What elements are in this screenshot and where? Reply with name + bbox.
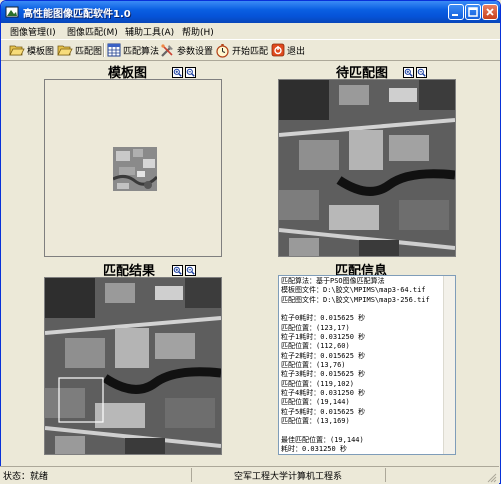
zoom-out-icon[interactable]: [416, 67, 427, 78]
result-zoom-controls: [172, 265, 196, 276]
stopwatch-icon: [216, 43, 229, 58]
exit-label: 退出: [287, 46, 306, 57]
app-icon: [5, 6, 19, 18]
close-icon: [486, 8, 494, 16]
match-algorithm-button[interactable]: 匹配算法: [107, 41, 159, 59]
match-info-line: 耗时：0.031250 秒: [281, 445, 347, 454]
resize-grip-icon[interactable]: [486, 472, 497, 483]
target-aerial-image: [279, 80, 455, 256]
match-info-line: 匹配位置：(19,144): [281, 398, 350, 407]
open-folder-icon: [9, 45, 25, 56]
template-image: [113, 147, 157, 191]
match-info-line: 匹配算法：基于PSO图像匹配算法: [281, 277, 385, 285]
menu-auxiliary-tools[interactable]: 辅助工具(A): [125, 25, 174, 38]
zoom-in-icon[interactable]: [403, 67, 414, 78]
window-title: 高性能图像匹配软件1.0: [23, 9, 131, 20]
match-info-line: 粒子3耗时：0.015625 秒: [281, 370, 366, 379]
match-info-line: 粒子1耗时：0.031250 秒: [281, 333, 366, 342]
grid-table-icon: [107, 43, 121, 57]
match-info-line: 最佳匹配位置：(19,144): [281, 435, 364, 444]
exit-icon: [271, 43, 285, 57]
match-info-line: 匹配位置：(123,17): [281, 323, 350, 332]
title-bar[interactable]: 高性能图像匹配软件1.0: [1, 1, 500, 23]
template-image-panel[interactable]: [44, 79, 222, 257]
param-settings-button[interactable]: 参数设置: [160, 41, 213, 59]
template-image-label: 模板图: [27, 46, 55, 57]
match-info-line: 匹配位置：(112,60): [281, 342, 350, 351]
template-image-button[interactable]: 模板图: [9, 41, 54, 59]
status-bar: 状态：就绪 空军工程大学计算机工程系: [0, 466, 499, 484]
close-button[interactable]: [482, 4, 498, 20]
match-info-line: 匹配图文件：D:\胶文\MPIMS\map3-256.tif: [281, 295, 430, 304]
param-settings-label: 参数设置: [177, 46, 214, 57]
target-zoom-controls: [403, 67, 427, 78]
match-info-line: [281, 305, 443, 314]
result-image-panel[interactable]: [44, 277, 222, 455]
match-info-line: 粒子5耗时：0.015625 秒: [281, 407, 366, 416]
toolbar: 模板图 匹配图 匹配算法 参数设置 开始匹配 退出: [1, 39, 500, 61]
target-image-panel[interactable]: [278, 79, 456, 257]
maximize-icon: [468, 7, 478, 17]
zoom-in-icon[interactable]: [172, 67, 183, 78]
vertical-scrollbar[interactable]: [443, 276, 455, 454]
match-info-line: 匹配位置：(13,169): [281, 417, 350, 426]
tools-icon: [161, 43, 173, 57]
status-divider: [191, 468, 192, 482]
minimize-button[interactable]: [448, 4, 464, 20]
zoom-out-icon[interactable]: [185, 265, 196, 276]
start-match-button[interactable]: 开始匹配: [215, 41, 268, 59]
match-image-button[interactable]: 匹配图: [57, 41, 102, 59]
match-info-line: [281, 427, 443, 436]
menu-help[interactable]: 帮助(H): [182, 25, 214, 38]
status-text: 状态：就绪: [3, 472, 49, 482]
minimize-icon: [452, 14, 458, 16]
status-org: 空军工程大学计算机工程系: [233, 472, 342, 482]
match-image-label: 匹配图: [75, 46, 103, 57]
status-divider: [385, 468, 386, 482]
start-match-label: 开始匹配: [232, 46, 269, 57]
match-info-text: 匹配算法：基于PSO图像匹配算法 模板图文件：D:\胶文\MPIMS\map3-6…: [281, 277, 443, 454]
match-info-line: 匹配位置：(119,102): [281, 379, 354, 388]
toolbar-separator: [103, 43, 105, 57]
match-info-textbox[interactable]: 匹配算法：基于PSO图像匹配算法 模板图文件：D:\胶文\MPIMS\map3-6…: [278, 275, 456, 455]
zoom-in-icon[interactable]: [172, 265, 183, 276]
menu-image-management[interactable]: 图像管理(I): [10, 25, 56, 38]
match-info-line: 粒子0耗时：0.015625 秒: [281, 314, 366, 323]
match-info-line: 粒子2耗时：0.015625 秒: [281, 351, 366, 360]
zoom-out-icon[interactable]: [185, 67, 196, 78]
open-folder-icon: [57, 45, 73, 56]
menu-image-matching[interactable]: 图像匹配(M): [67, 25, 118, 38]
exit-button[interactable]: 退出: [271, 41, 305, 59]
result-aerial-image: [45, 278, 221, 454]
match-info-line: 模板图文件：D:\胶文\MPIMS\map3-64.tif: [281, 286, 426, 295]
maximize-button[interactable]: [465, 4, 481, 20]
menu-bar: 图像管理(I) 图像匹配(M) 辅助工具(A) 帮助(H): [1, 23, 500, 39]
match-algorithm-label: 匹配算法: [123, 46, 160, 57]
template-zoom-controls: [172, 67, 196, 78]
